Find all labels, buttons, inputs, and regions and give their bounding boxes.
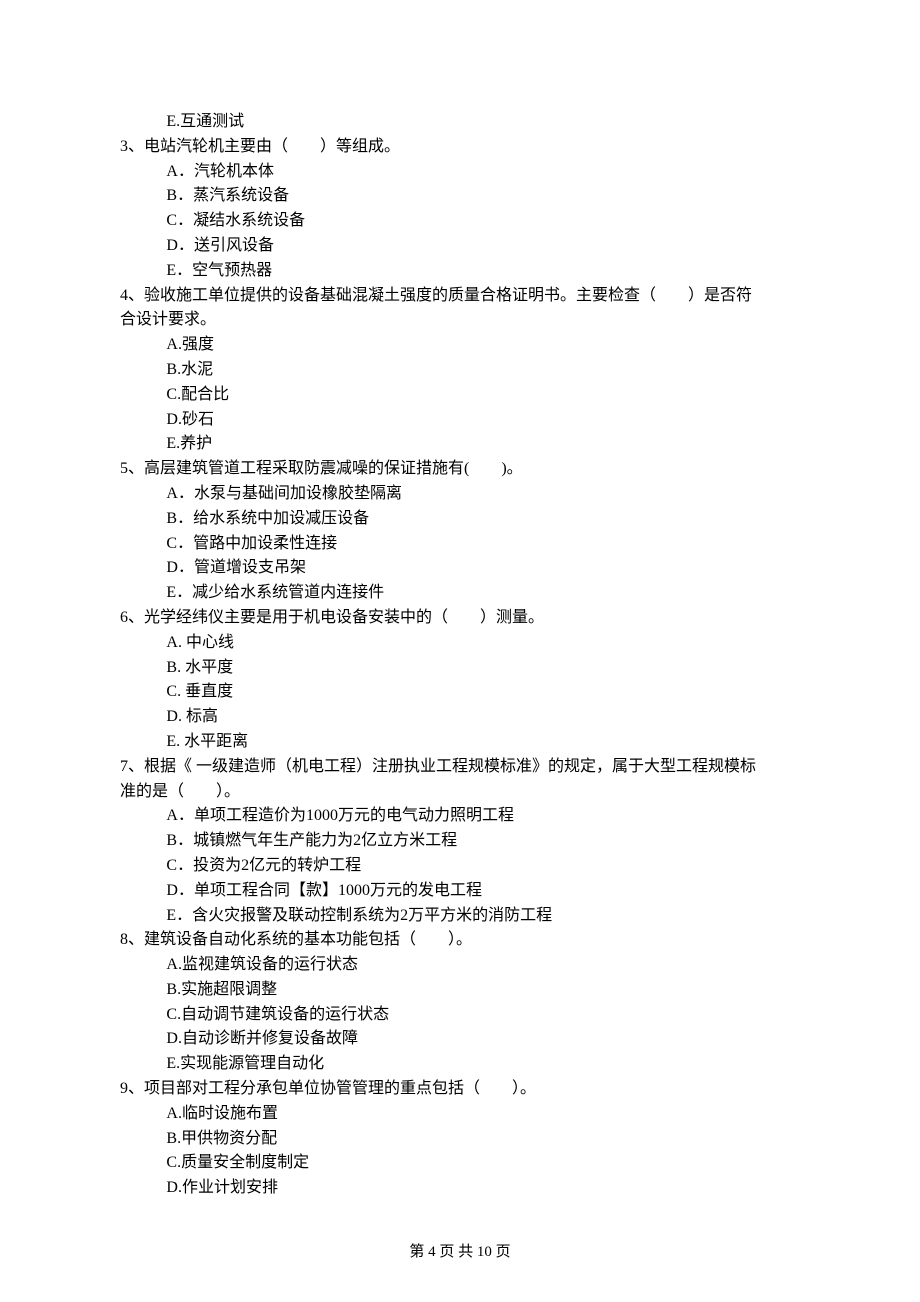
option-text: C.自动调节建筑设备的运行状态 [166, 1003, 800, 1028]
stem-text: 根据《 一级建造师（机电工程）注册执业工程规模标准》的规定，属于大型工程规模标 [144, 758, 756, 775]
question-number: 8、 [120, 931, 144, 948]
option-text: B.甲供物资分配 [166, 1127, 800, 1152]
option-text: D.自动诊断并修复设备故障 [166, 1027, 800, 1052]
stem-text: 光学经纬仪主要是用于机电设备安装中的（ ）测量。 [144, 609, 544, 626]
option-text: A．水泵与基础间加设橡胶垫隔离 [166, 482, 800, 507]
option-block: A．单项工程造价为1000万元的电气动力照明工程 B．城镇燃气年生产能力为2亿立… [120, 804, 800, 928]
option-text: B．给水系统中加设减压设备 [166, 507, 800, 532]
option-text: A.监视建筑设备的运行状态 [166, 953, 800, 978]
option-text: D.砂石 [166, 408, 800, 433]
option-text: A. 中心线 [166, 631, 800, 656]
option-block: A. 中心线 B. 水平度 C. 垂直度 D. 标高 E. 水平距离 [120, 631, 800, 755]
question-number: 5、 [120, 460, 144, 477]
question-7: 7、根据《 一级建造师（机电工程）注册执业工程规模标准》的规定，属于大型工程规模… [120, 755, 800, 929]
option-text: E.实现能源管理自动化 [166, 1052, 800, 1077]
option-text: E．空气预热器 [166, 259, 800, 284]
option-text: A．单项工程造价为1000万元的电气动力照明工程 [166, 804, 800, 829]
option-text: B．城镇燃气年生产能力为2亿立方米工程 [166, 829, 800, 854]
option-text: B．蒸汽系统设备 [166, 184, 800, 209]
orphan-option-block: E.互通测试 [120, 110, 800, 135]
question-number: 4、 [120, 287, 144, 304]
option-text: C．管路中加设柔性连接 [166, 532, 800, 557]
page-footer: 第 4 页 共 10 页 [0, 1241, 920, 1264]
option-text: C. 垂直度 [166, 680, 800, 705]
option-block: A.临时设施布置 B.甲供物资分配 C.质量安全制度制定 D.作业计划安排 [120, 1102, 800, 1201]
stem-text: 高层建筑管道工程采取防震减噪的保证措施有( )。 [144, 460, 523, 477]
stem-text: 项目部对工程分承包单位协管管理的重点包括（ ）。 [144, 1080, 536, 1097]
question-8: 8、建筑设备自动化系统的基本功能包括（ ）。 A.监视建筑设备的运行状态 B.实… [120, 928, 800, 1077]
question-stem: 7、根据《 一级建造师（机电工程）注册执业工程规模标准》的规定，属于大型工程规模… [120, 755, 800, 780]
question-stem: 4、验收施工单位提供的设备基础混凝土强度的质量合格证明书。主要检查（ ）是否符 [120, 284, 800, 309]
option-text: D．管道增设支吊架 [166, 556, 800, 581]
option-text: E.养护 [166, 432, 800, 457]
stem-text: 建筑设备自动化系统的基本功能包括（ ）。 [144, 931, 472, 948]
option-block: A.强度 B.水泥 C.配合比 D.砂石 E.养护 [120, 333, 800, 457]
option-block: A．汽轮机本体 B．蒸汽系统设备 C．凝结水系统设备 D．送引风设备 E．空气预… [120, 160, 800, 284]
stem-text-continued: 准的是（ ）。 [120, 780, 800, 805]
question-3: 3、电站汽轮机主要由（ ）等组成。 A．汽轮机本体 B．蒸汽系统设备 C．凝结水… [120, 135, 800, 284]
option-text: B.水泥 [166, 358, 800, 383]
question-6: 6、光学经纬仪主要是用于机电设备安装中的（ ）测量。 A. 中心线 B. 水平度… [120, 606, 800, 755]
page-content: E.互通测试 3、电站汽轮机主要由（ ）等组成。 A．汽轮机本体 B．蒸汽系统设… [0, 0, 920, 1302]
option-text: B. 水平度 [166, 656, 800, 681]
option-block: A.监视建筑设备的运行状态 B.实施超限调整 C.自动调节建筑设备的运行状态 D… [120, 953, 800, 1077]
option-text: C．凝结水系统设备 [166, 209, 800, 234]
question-number: 6、 [120, 609, 144, 626]
question-5: 5、高层建筑管道工程采取防震减噪的保证措施有( )。 A．水泵与基础间加设橡胶垫… [120, 457, 800, 606]
stem-text: 电站汽轮机主要由（ ）等组成。 [144, 138, 400, 155]
question-stem: 9、项目部对工程分承包单位协管管理的重点包括（ ）。 [120, 1077, 800, 1102]
option-text: D.作业计划安排 [166, 1176, 800, 1201]
question-number: 9、 [120, 1080, 144, 1097]
option-text: E.互通测试 [166, 110, 800, 135]
option-text: E．减少给水系统管道内连接件 [166, 581, 800, 606]
option-text: A.强度 [166, 333, 800, 358]
question-4: 4、验收施工单位提供的设备基础混凝土强度的质量合格证明书。主要检查（ ）是否符 … [120, 284, 800, 458]
question-number: 3、 [120, 138, 144, 155]
option-text: A.临时设施布置 [166, 1102, 800, 1127]
option-text: A．汽轮机本体 [166, 160, 800, 185]
question-9: 9、项目部对工程分承包单位协管管理的重点包括（ ）。 A.临时设施布置 B.甲供… [120, 1077, 800, 1201]
question-stem: 6、光学经纬仪主要是用于机电设备安装中的（ ）测量。 [120, 606, 800, 631]
question-stem: 5、高层建筑管道工程采取防震减噪的保证措施有( )。 [120, 457, 800, 482]
stem-text: 验收施工单位提供的设备基础混凝土强度的质量合格证明书。主要检查（ ）是否符 [144, 287, 752, 304]
option-text: C．投资为2亿元的转炉工程 [166, 854, 800, 879]
option-text: C.质量安全制度制定 [166, 1151, 800, 1176]
stem-text-continued: 合设计要求。 [120, 308, 800, 333]
question-stem: 8、建筑设备自动化系统的基本功能包括（ ）。 [120, 928, 800, 953]
question-number: 7、 [120, 758, 144, 775]
option-text: E. 水平距离 [166, 730, 800, 755]
option-text: C.配合比 [166, 383, 800, 408]
option-block: A．水泵与基础间加设橡胶垫隔离 B．给水系统中加设减压设备 C．管路中加设柔性连… [120, 482, 800, 606]
option-text: D．送引风设备 [166, 234, 800, 259]
option-text: D. 标高 [166, 705, 800, 730]
option-text: D．单项工程合同【款】1000万元的发电工程 [166, 879, 800, 904]
option-text: E．含火灾报警及联动控制系统为2万平方米的消防工程 [166, 904, 800, 929]
option-text: B.实施超限调整 [166, 978, 800, 1003]
question-stem: 3、电站汽轮机主要由（ ）等组成。 [120, 135, 800, 160]
